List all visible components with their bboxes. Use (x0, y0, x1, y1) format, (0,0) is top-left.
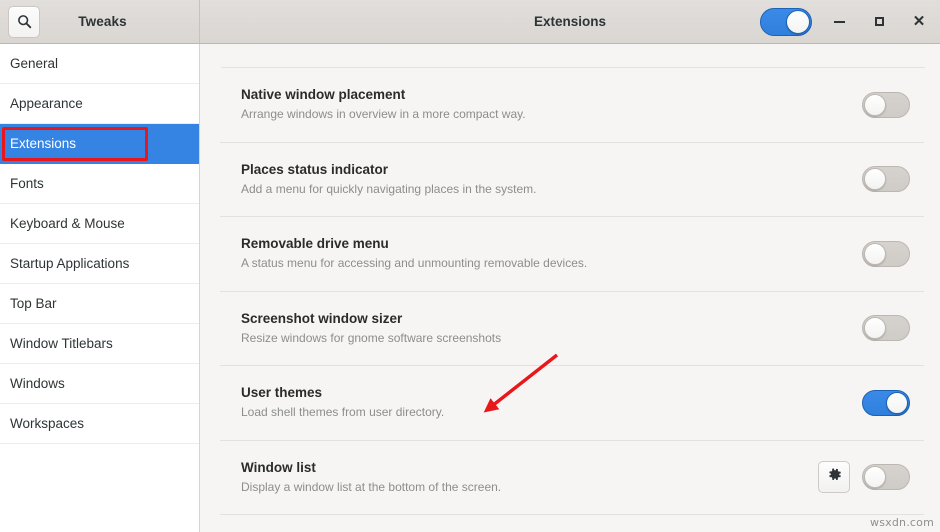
extension-row: Native window placement Arrange windows i… (220, 68, 924, 143)
extension-toggle-switch[interactable] (862, 389, 910, 416)
tweaks-window: Tweaks Extensions ✕ General Appearance E… (0, 0, 940, 532)
extension-controls (862, 315, 920, 342)
extension-controls (862, 91, 920, 118)
extension-name: Places status indicator (241, 161, 389, 177)
body-area: General Appearance Extensions Fonts Keyboard… (0, 44, 940, 532)
extensions-master-switch[interactable] (760, 7, 812, 36)
switch-knob (864, 242, 886, 265)
extension-text: Places status indicator Add a menu for qu… (241, 162, 862, 197)
switch-knob (864, 168, 886, 191)
extension-name: Removable drive menu (241, 236, 389, 252)
sidebar-item-window-titlebars[interactable]: Window Titlebars (0, 324, 199, 364)
extension-text: Removable drive menu A status menu for ac… (241, 236, 862, 271)
switch-knob (786, 9, 810, 34)
close-button[interactable]: ✕ (906, 9, 932, 35)
sidebar-item-label: Appearance (10, 96, 83, 111)
sidebar-item-label: General (10, 56, 59, 71)
app-title: Tweaks (78, 14, 127, 29)
sidebar-item-workspaces[interactable]: Workspaces (0, 404, 199, 444)
sidebar-item-label: Window Titlebars (10, 336, 113, 351)
extension-controls (862, 240, 920, 267)
extension-row: User themes Load shell themes from user d… (220, 366, 924, 441)
extension-name: User themes (241, 385, 323, 401)
header-toggle-wrapper (760, 7, 812, 36)
minimize-button[interactable] (826, 9, 852, 35)
extension-description: A status menu for accessing and unmounti… (241, 256, 588, 271)
extension-description: Load shell themes from user directory. (241, 405, 445, 420)
switch-knob (864, 93, 886, 116)
extensions-panel: Native window placement Arrange windows i… (200, 44, 940, 532)
extension-row: Window list Display a window list at the … (220, 441, 924, 515)
extension-row: Removable drive menu A status menu for ac… (220, 217, 924, 292)
sidebar-item-appearance[interactable]: Appearance (0, 84, 199, 124)
extension-row: Screenshot window sizer Resize windows fo… (220, 292, 924, 366)
extension-text: User themes Load shell themes from user d… (241, 385, 862, 420)
sidebar-item-extensions[interactable]: Extensions (0, 124, 199, 164)
extension-row: Places status indicator Add a menu for qu… (220, 143, 924, 217)
extension-description: Add a menu for quickly navigating places… (241, 181, 537, 196)
sidebar-item-label: Windows (10, 376, 65, 391)
titlebar-left-section: Tweaks (0, 0, 200, 43)
extension-text: Screenshot window sizer Resize windows fo… (241, 311, 862, 346)
sidebar-item-general[interactable]: General (0, 44, 199, 84)
switch-knob (886, 391, 908, 414)
extensions-list: Native window placement Arrange windows i… (220, 44, 924, 515)
sidebar-item-label: Startup Applications (10, 256, 130, 271)
extension-text: Window list Display a window list at the … (241, 460, 818, 495)
extension-name: Screenshot window sizer (241, 310, 403, 326)
maximize-button[interactable] (866, 9, 892, 35)
extension-toggle-switch[interactable] (862, 166, 910, 193)
extension-toggle-switch[interactable] (862, 464, 910, 491)
search-button[interactable] (8, 5, 40, 38)
sidebar-item-windows[interactable]: Windows (0, 364, 199, 404)
extension-name: Window list (241, 459, 316, 475)
extension-settings-button[interactable] (818, 461, 850, 494)
extension-controls (862, 166, 920, 193)
sidebar-item-label: Keyboard & Mouse (10, 216, 125, 231)
minimize-icon (833, 20, 845, 23)
extension-controls (862, 389, 920, 416)
sidebar-item-startup-applications[interactable]: Startup Applications (0, 244, 199, 284)
titlebar: Tweaks Extensions ✕ (0, 0, 940, 44)
sidebar-item-label: Fonts (10, 176, 44, 191)
extension-name: Native window placement (241, 87, 406, 103)
sidebar-item-fonts[interactable]: Fonts (0, 164, 199, 204)
switch-knob (864, 466, 886, 489)
extension-description: Resize windows for gnome software screen… (241, 330, 502, 345)
sidebar: General Appearance Extensions Fonts Keyboard… (0, 44, 200, 532)
sidebar-item-label: Extensions (10, 136, 77, 151)
maximize-icon (874, 17, 884, 26)
search-icon (17, 14, 32, 29)
extension-controls (818, 461, 920, 494)
titlebar-right-section: Extensions ✕ (200, 0, 940, 43)
sidebar-item-top-bar[interactable]: Top Bar (0, 284, 199, 324)
gear-icon (827, 467, 842, 487)
watermark: wsxdn.com (870, 516, 934, 529)
extension-toggle-switch[interactable] (862, 91, 910, 118)
sidebar-item-keyboard-mouse[interactable]: Keyboard & Mouse (0, 204, 199, 244)
extension-toggle-switch[interactable] (862, 240, 910, 267)
switch-knob (864, 317, 886, 340)
extension-text: Native window placement Arrange windows i… (241, 87, 862, 122)
extension-description: Arrange windows in overview in a more co… (241, 107, 526, 122)
list-top-separator (221, 67, 925, 68)
sidebar-item-label: Top Bar (10, 296, 57, 311)
extension-toggle-switch[interactable] (862, 315, 910, 342)
close-icon: ✕ (912, 13, 926, 30)
window-controls: ✕ (826, 9, 932, 35)
extension-description: Display a window list at the bottom of t… (241, 479, 502, 494)
sidebar-item-label: Workspaces (10, 416, 85, 431)
